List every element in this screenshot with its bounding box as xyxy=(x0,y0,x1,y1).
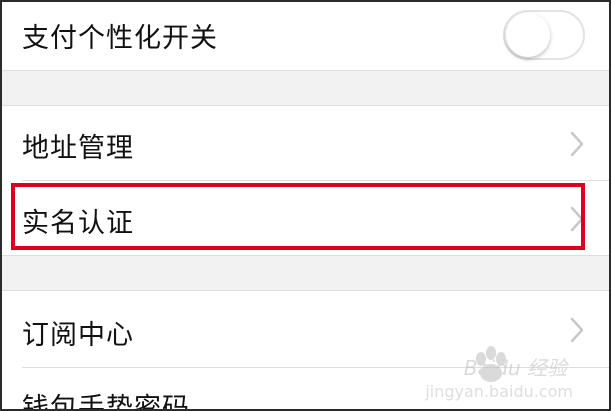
section-gap xyxy=(2,256,609,290)
toggle-knob xyxy=(506,13,550,57)
chevron-right-icon xyxy=(570,206,584,232)
watermark-brand: Baidu 经验 xyxy=(463,356,567,380)
subscription-center-label: 订阅中心 xyxy=(22,320,134,351)
settings-screen: 支付个性化开关 地址管理 实名认证 订阅中心 钱包手势密码 Baidu 经验 j… xyxy=(0,0,611,411)
watermark-sub: jingyan.baidu.com xyxy=(425,382,573,401)
address-management-label: 地址管理 xyxy=(22,133,134,164)
section-gap xyxy=(2,71,609,105)
wallet-gesture-password-label: 钱包手势密码 xyxy=(22,393,190,411)
address-management-row[interactable]: 地址管理 xyxy=(2,106,609,180)
payment-personalization-toggle[interactable] xyxy=(503,10,585,60)
baidu-watermark: Baidu 经验 jingyan.baidu.com xyxy=(425,337,601,407)
chevron-right-icon xyxy=(570,131,584,157)
realname-verification-label: 实名认证 xyxy=(22,208,134,239)
payment-personalization-label: 支付个性化开关 xyxy=(22,23,218,54)
realname-verification-row[interactable]: 实名认证 xyxy=(2,181,609,255)
payment-personalization-row[interactable]: 支付个性化开关 xyxy=(2,2,609,70)
